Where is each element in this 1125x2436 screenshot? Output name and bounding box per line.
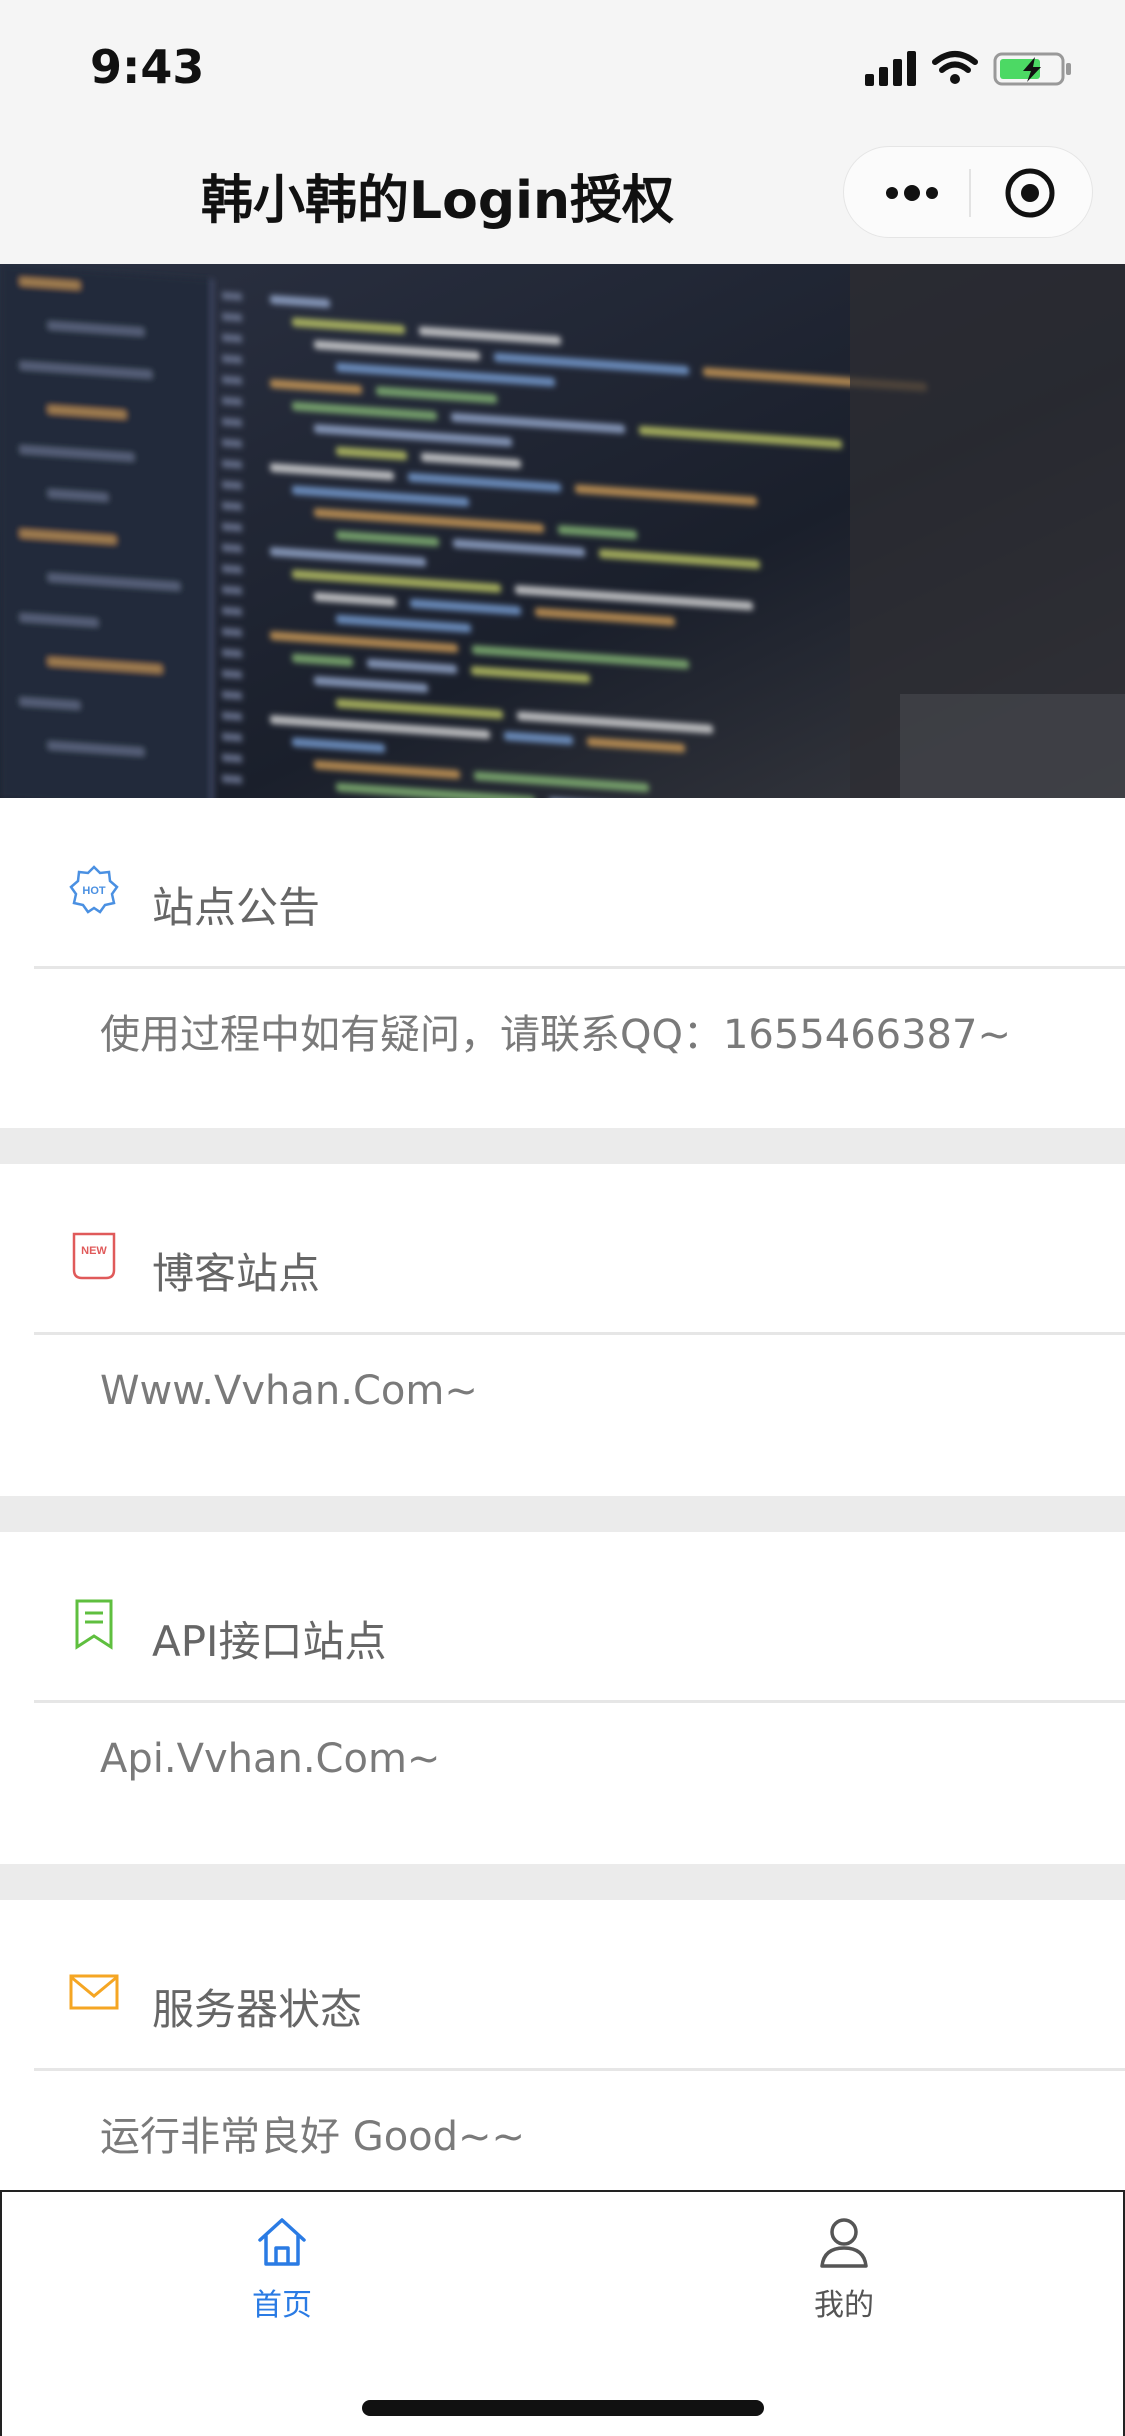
tab-label: 我的 xyxy=(814,2288,874,2323)
card-body[interactable]: Api.Vvhan.Com~ xyxy=(100,1736,440,1782)
capsule-divider xyxy=(969,169,971,217)
card-title: 博客站点 xyxy=(152,1249,321,1298)
api-card: API接口站点 Api.Vvhan.Com~ xyxy=(0,1532,1125,1864)
bookmark-icon xyxy=(75,1599,113,1650)
miniapp-capsule xyxy=(843,146,1093,238)
signal-icon xyxy=(865,51,916,86)
section-gap xyxy=(0,1128,1125,1164)
divider xyxy=(34,966,1125,969)
tab-home[interactable]: 首页 xyxy=(182,2212,382,2332)
card-title: 站点公告 xyxy=(152,883,321,932)
tab-mine[interactable]: 我的 xyxy=(744,2212,944,2332)
wifi-icon xyxy=(932,51,978,73)
section-gap xyxy=(0,1864,1125,1900)
divider xyxy=(34,2068,1125,2071)
card-body[interactable]: Www.Vvhan.Com~ xyxy=(100,1368,478,1414)
blog-card: NEW 博客站点 Www.Vvhan.Com~ xyxy=(0,1164,1125,1496)
tab-label: 首页 xyxy=(252,2288,312,2323)
new-tag-icon: NEW xyxy=(72,1232,116,1280)
card-body: 运行非常良好 Good~~ xyxy=(100,2114,526,2160)
svg-text:NEW: NEW xyxy=(81,1245,107,1257)
close-miniapp-icon[interactable] xyxy=(1004,167,1056,219)
status-time: 9:43 xyxy=(90,40,205,94)
card-title: 服务器状态 xyxy=(152,1985,363,2034)
mail-icon xyxy=(69,1974,119,2010)
app-screen: 9:43 韩小韩的Login授权 HOT 站点公告 使用过程中如有疑问，请联系Q… xyxy=(0,0,1125,2436)
user-icon xyxy=(820,2218,868,2268)
section-gap xyxy=(0,1496,1125,1532)
divider xyxy=(34,1700,1125,1703)
svg-text:HOT: HOT xyxy=(82,885,106,897)
home-indicator xyxy=(362,2400,764,2416)
server-status-card: 服务器状态 运行非常良好 Good~~ xyxy=(0,1900,1125,2190)
battery-icon xyxy=(993,52,1071,86)
home-icon xyxy=(258,2218,306,2266)
hot-badge-icon: HOT xyxy=(69,865,119,914)
card-title: API接口站点 xyxy=(152,1617,387,1666)
status-icons xyxy=(865,51,1071,86)
announcement-card: HOT 站点公告 使用过程中如有疑问，请联系QQ：1655466387~ xyxy=(0,798,1125,1128)
top-bar: 9:43 韩小韩的Login授权 xyxy=(0,0,1125,264)
card-body: 使用过程中如有疑问，请联系QQ：1655466387~ xyxy=(100,1012,1011,1058)
divider xyxy=(34,1332,1125,1335)
banner-image xyxy=(0,264,1125,798)
more-icon[interactable] xyxy=(882,173,942,213)
